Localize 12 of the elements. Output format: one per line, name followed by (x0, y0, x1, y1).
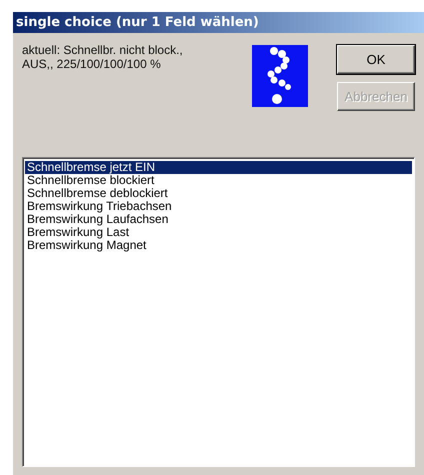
list-item[interactable]: Schnellbremse blockiert (25, 174, 412, 187)
ok-button[interactable]: OK (337, 45, 415, 74)
list-item[interactable]: Bremswirkung Magnet (25, 239, 412, 252)
window-title: single choice (nur 1 Feld wählen) (16, 15, 259, 30)
list-item[interactable]: Schnellbremse jetzt EIN (25, 161, 412, 174)
list-item[interactable]: Bremswirkung Last (25, 226, 412, 239)
question-mark-icon (252, 45, 308, 107)
list-item[interactable]: Schnellbremse deblockiert (25, 187, 412, 200)
list-item[interactable]: Bremswirkung Laufachsen (25, 213, 412, 226)
list-item[interactable]: Bremswirkung Triebachsen (25, 200, 412, 213)
status-text: aktuell: Schnellbr. nicht block., (22, 43, 184, 57)
status-text: AUS,, 225/100/100/100 % (22, 57, 162, 71)
